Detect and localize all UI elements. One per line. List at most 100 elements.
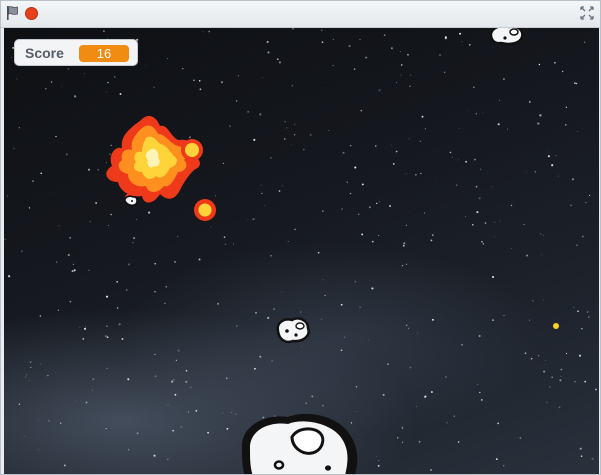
star xyxy=(401,264,404,267)
star xyxy=(561,70,564,73)
star xyxy=(432,234,434,236)
star xyxy=(320,29,323,32)
star xyxy=(582,235,584,238)
star xyxy=(235,100,238,102)
star xyxy=(359,306,361,308)
star xyxy=(294,134,296,136)
star xyxy=(348,45,351,48)
star xyxy=(579,447,582,450)
star xyxy=(457,441,460,443)
star xyxy=(246,219,248,221)
star xyxy=(223,236,226,238)
star xyxy=(67,68,69,70)
star xyxy=(402,428,404,430)
star xyxy=(255,218,257,219)
star xyxy=(303,148,305,151)
explosion-icon xyxy=(106,115,216,221)
score-monitor: Score 16 xyxy=(14,39,138,66)
star xyxy=(532,300,534,302)
star xyxy=(545,360,546,361)
star xyxy=(107,81,109,84)
star xyxy=(573,307,574,308)
green-flag-icon[interactable] xyxy=(5,5,21,21)
star xyxy=(271,359,273,362)
star xyxy=(461,343,463,346)
star xyxy=(523,224,525,226)
star xyxy=(453,415,455,417)
star xyxy=(127,448,130,451)
star xyxy=(472,224,474,226)
star xyxy=(226,377,228,380)
star xyxy=(503,465,505,467)
star xyxy=(259,355,262,358)
star xyxy=(28,207,31,209)
star xyxy=(543,370,546,373)
star xyxy=(511,248,513,250)
star xyxy=(114,76,116,78)
star xyxy=(287,241,289,242)
star xyxy=(361,233,364,236)
fullscreen-icon[interactable] xyxy=(580,6,594,20)
star xyxy=(18,403,21,405)
star xyxy=(87,168,91,171)
star xyxy=(502,78,505,81)
star xyxy=(494,221,496,223)
star xyxy=(578,354,582,357)
star xyxy=(391,144,393,146)
star xyxy=(32,180,34,183)
star xyxy=(154,290,156,293)
star xyxy=(405,263,408,265)
star xyxy=(557,175,559,177)
star xyxy=(187,411,189,413)
star xyxy=(48,420,50,422)
star xyxy=(395,150,398,153)
star xyxy=(547,155,550,158)
star xyxy=(37,449,39,450)
star xyxy=(270,157,272,159)
star xyxy=(89,220,91,223)
star xyxy=(24,436,25,438)
star xyxy=(359,38,361,41)
star xyxy=(564,123,567,126)
star xyxy=(481,241,483,243)
star xyxy=(371,287,374,290)
star xyxy=(104,335,107,338)
star xyxy=(382,393,385,396)
stage-window: Score 16 xyxy=(0,0,601,475)
star xyxy=(106,325,108,327)
star xyxy=(491,275,495,279)
star xyxy=(418,440,421,443)
star xyxy=(50,81,53,83)
star xyxy=(69,236,72,239)
star xyxy=(154,375,157,378)
game-stage[interactable]: Score 16 xyxy=(4,28,599,474)
star xyxy=(529,101,531,103)
star xyxy=(405,224,407,226)
star xyxy=(595,388,597,391)
star xyxy=(466,110,468,112)
star xyxy=(284,120,286,123)
star xyxy=(399,51,401,53)
star xyxy=(207,431,210,434)
star xyxy=(574,381,576,383)
star xyxy=(177,236,179,238)
star xyxy=(74,269,76,271)
star xyxy=(132,242,134,244)
star xyxy=(570,204,572,207)
star xyxy=(261,192,263,194)
star xyxy=(430,391,433,393)
star xyxy=(499,99,500,101)
star xyxy=(185,380,188,383)
star xyxy=(260,184,262,186)
star xyxy=(591,457,594,460)
star xyxy=(360,109,363,112)
star xyxy=(39,315,42,317)
star xyxy=(555,155,557,157)
star xyxy=(276,58,279,61)
star xyxy=(401,441,404,443)
stop-sign-icon[interactable] xyxy=(25,7,38,20)
star xyxy=(53,193,55,195)
star xyxy=(376,202,378,205)
star xyxy=(431,318,434,321)
star xyxy=(424,128,426,130)
